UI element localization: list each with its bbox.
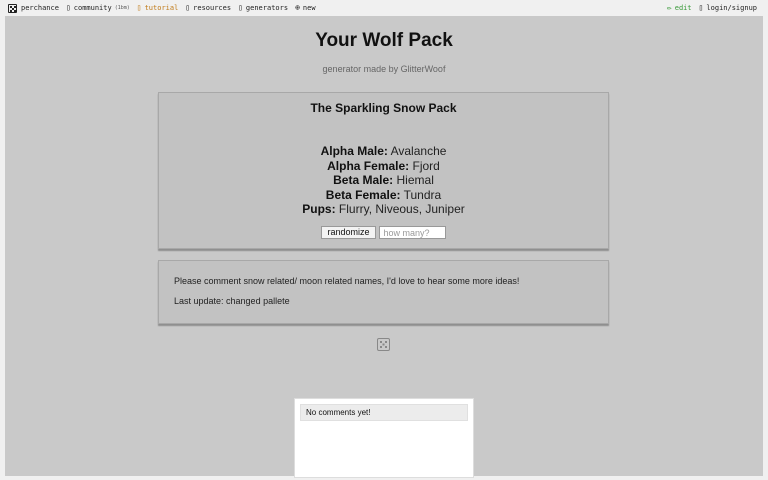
nav-generators[interactable]: ▯ generators <box>238 3 289 13</box>
nav-edit[interactable]: ✏ edit <box>666 3 692 13</box>
plus-circle-icon: ⊕ <box>295 3 300 12</box>
pack-row-beta-female: Beta Female: Tundra <box>159 188 608 203</box>
top-nav: perchance ▯ community (1bm) ▯ tutorial ▯… <box>0 0 768 16</box>
pack-title: The Sparkling Snow Pack <box>310 101 457 115</box>
comments-panel: No comments yet! <box>294 398 474 478</box>
note-text: Please comment snow related/ moon relate… <box>174 276 520 286</box>
dice-icon <box>377 338 390 351</box>
nav-new[interactable]: ⊕ new <box>295 3 316 13</box>
nav-generators-label: generators <box>245 4 289 12</box>
tutorial-icon: ▯ <box>136 3 142 12</box>
pack-row-alpha-male: Alpha Male: Avalanche <box>159 144 608 159</box>
nav-login[interactable]: ▯ login/signup <box>698 3 757 13</box>
generators-icon: ▯ <box>238 3 243 12</box>
nav-tutorial-label: tutorial <box>144 4 179 12</box>
page-subtitle: generator made by GlitterWoof <box>322 64 446 74</box>
pack-controls: randomize <box>159 226 608 239</box>
resources-icon: ▯ <box>185 3 191 12</box>
nav-edit-label: edit <box>674 4 692 12</box>
nav-resources[interactable]: ▯ resources <box>185 3 232 13</box>
pack-row-label: Alpha Female: <box>327 158 410 173</box>
nav-tutorial[interactable]: ▯ tutorial <box>136 3 179 13</box>
pack-row-pups: Pups: Flurry, Niveous, Juniper <box>159 202 608 217</box>
nav-resources-label: resources <box>193 4 232 12</box>
count-input[interactable] <box>378 226 446 239</box>
nav-login-label: login/signup <box>706 4 757 12</box>
community-icon: ▯ <box>65 3 71 12</box>
pack-row-value: Tundra <box>403 187 442 202</box>
nav-new-label: new <box>302 4 316 12</box>
pack-row-value: Flurry, Niveous, Juniper <box>338 202 465 216</box>
page-title: Your Wolf Pack <box>315 30 453 51</box>
pack-card: The Sparkling Snow Pack Alpha Male: Aval… <box>158 92 609 249</box>
update-note: Last update: changed pallete <box>174 296 290 306</box>
dice-icon <box>8 3 17 13</box>
community-badge: (1bm) <box>114 5 130 11</box>
pack-row-label: Beta Female: <box>325 187 401 202</box>
pack-row-beta-male: Beta Male: Hiemal <box>159 173 608 188</box>
pack-members: Alpha Male: Avalanche Alpha Female: Fjor… <box>159 144 608 217</box>
pack-row-value: Hiemal <box>396 173 434 187</box>
pack-row-label: Alpha Male: <box>320 144 388 158</box>
pack-row-value: Avalanche <box>390 144 447 158</box>
pencil-icon: ✏ <box>666 3 672 12</box>
pack-row-alpha-female: Alpha Female: Fjord <box>159 159 608 174</box>
nav-brand-label: perchance <box>21 4 59 12</box>
generator-frame: Your Wolf Pack generator made by Glitter… <box>5 16 763 478</box>
comments-empty: No comments yet! <box>300 404 468 421</box>
pack-row-value: Fjord <box>412 158 440 173</box>
nav-community-label: community <box>73 4 112 12</box>
randomize-button[interactable]: randomize <box>321 226 376 239</box>
nav-community[interactable]: ▯ community (1bm) <box>65 3 130 13</box>
pack-row-label: Beta Male: <box>333 173 394 187</box>
notes-card: Please comment snow related/ moon relate… <box>158 260 609 324</box>
user-icon: ▯ <box>698 3 704 12</box>
pack-row-label: Pups: <box>302 202 336 216</box>
nav-brand[interactable]: perchance <box>8 3 59 13</box>
